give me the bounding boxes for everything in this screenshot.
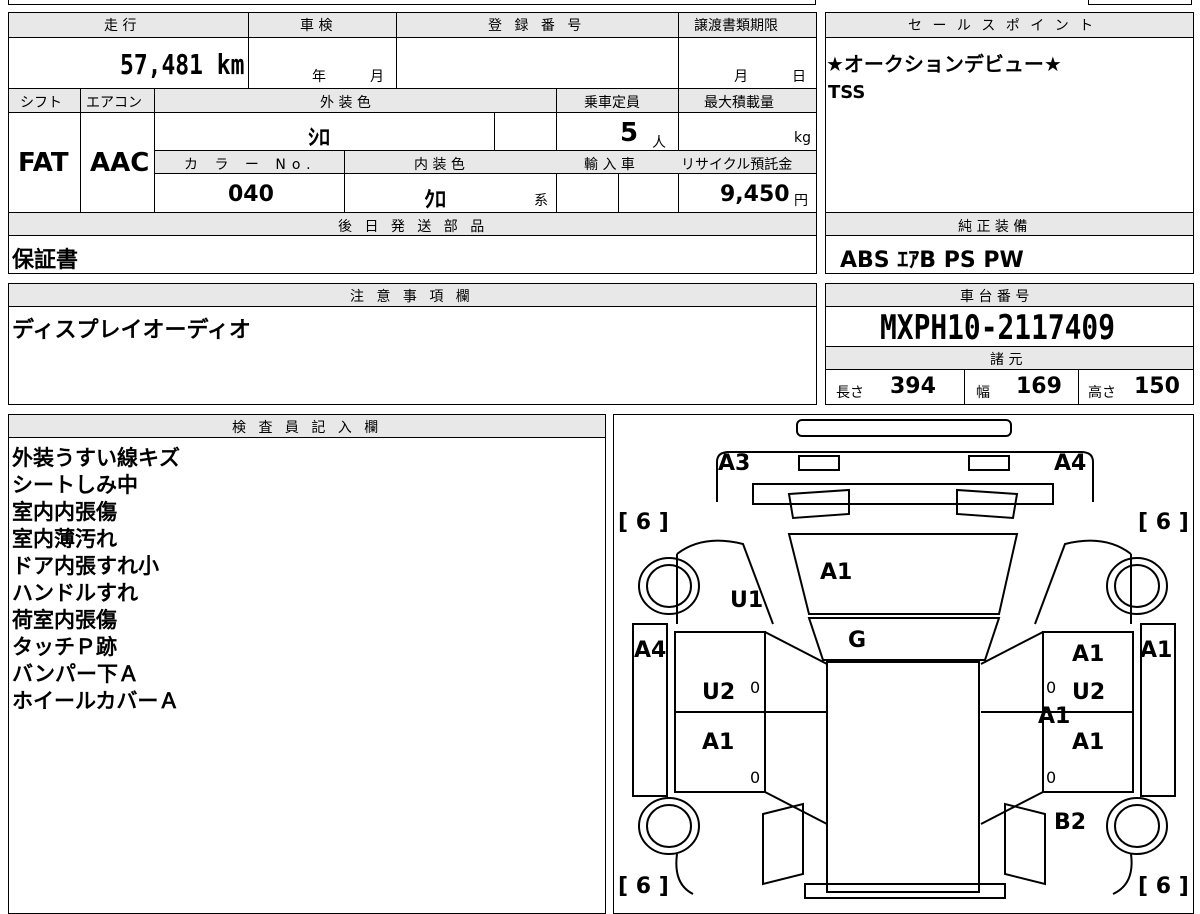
transfer-day-unit: 日 [792,69,806,85]
color-no-label: カ ラ ー No. [184,157,317,173]
aircon-value: AAC [90,148,150,178]
remark-item: バンパー下Ａ [12,662,140,686]
import-label: 輸 入 車 [584,157,635,173]
mileage-label: 走 行 [104,18,137,34]
tire-fl-bracket: [ 6 ] [618,510,669,535]
inspection-month-unit: 月 [370,69,384,85]
tire-fr-bracket: [ 6 ] [1138,510,1189,535]
damage-right-rear: B2 [1054,810,1087,835]
width-label: 幅 [976,385,990,401]
remark-item: 外装うすい線キズ [12,446,180,470]
inspector-label: 検 査 員 記 入 欄 [232,420,383,436]
exterior-color-label: 外 装 色 [320,95,371,111]
car-diagram [632,419,1176,899]
damage-right-rear-door: A1 [1072,730,1105,755]
sales-point-2: TSS [828,82,866,103]
remark-item: 室内内張傷 [12,500,117,524]
interior-color-unit: 系 [534,193,548,209]
height-label: 高さ [1088,385,1116,401]
registration-label: 登 録 番 号 [488,18,586,34]
damage-right-fender: A1 [1140,638,1173,663]
length-label: 長さ [836,385,864,401]
chassis-no-label: 車 台 番 号 [960,289,1030,305]
damage-a3: A3 [718,451,751,476]
length-value: 394 [890,374,936,399]
recycle-unit: 円 [794,193,808,209]
recycle-label: リサイクル預託金 [681,157,793,173]
max-load-label: 最大積載量 [704,95,774,111]
inspection-label: 車 検 [300,18,333,34]
zero-l2: 0 [750,768,761,787]
capacity-unit: 人 [652,135,666,151]
damage-left-fender: A4 [634,638,667,663]
damage-g: G [848,628,867,653]
later-parts-value: 保証書 [12,248,79,273]
damage-left-rear-door: A1 [702,730,735,755]
damage-u1: U1 [730,588,764,613]
damage-left-front-door: U2 [702,680,736,705]
top-cut-strip-right [1088,0,1192,5]
remark-item: シートしみ中 [12,473,138,497]
exterior-color-value: ｼﾛ [308,126,331,151]
height-value: 150 [1134,374,1180,399]
tire-rr-bracket: [ 6 ] [1138,874,1189,899]
remark-item: ハンドルすれ [12,581,138,605]
sales-point-1: ★オークションデビュー★ [826,52,1062,76]
notes-value: ディスプレイオーディオ [12,318,251,343]
chassis-no-value: MXPH10-2117409 [880,308,1115,348]
width-value: 169 [1016,374,1062,399]
damage-right-door-2: U2 [1072,680,1106,705]
notes-label: 注 意 事 項 欄 [350,289,474,305]
transfer-month-unit: 月 [734,69,748,85]
specs-label: 諸 元 [990,352,1023,368]
shift-label: シフト [20,95,62,111]
sales-point-label: セ ー ル ス ポ イ ン ト [908,18,1097,34]
standard-equipment-label: 純 正 装 備 [958,219,1028,235]
mileage-value: 57,481 km [120,48,245,81]
zero-l1: 0 [750,678,761,697]
max-load-unit: kg [794,130,811,146]
later-parts-label: 後 日 発 送 部 品 [338,219,489,235]
aircon-label: エアコン [86,95,142,111]
damage-right-center: A1 [1038,704,1071,729]
tire-rl-bracket: [ 6 ] [618,874,669,899]
recycle-fee-value: 9,450 [720,182,790,207]
remark-item: 荷室内張傷 [12,608,117,632]
interior-color-label: 内 装 色 [414,157,465,173]
remark-item: ホイールカバーＡ [12,689,180,713]
top-cut-strip [8,0,816,5]
capacity-label: 乗車定員 [584,95,640,111]
zero-r1: 0 [1046,678,1057,697]
shift-value: FAT [18,148,69,178]
remark-item: タッチＰ跡 [12,635,117,659]
inspection-year-unit: 年 [312,69,326,85]
transfer-deadline-label: 譲渡書類期限 [694,18,778,34]
damage-a4-top: A4 [1054,451,1087,476]
remark-item: 室内薄汚れ [12,527,117,551]
zero-r2: 0 [1046,768,1057,787]
interior-color-value: ｸﾛ [424,188,447,213]
damage-right-door-1: A1 [1072,642,1105,667]
remark-item: ドア内張すれ小 [12,554,159,578]
damage-hood: A1 [820,560,853,585]
color-no-value: 040 [228,182,274,207]
standard-equipment-value: ABS ｴｱB PS PW [840,248,1024,273]
capacity-value: 5 [620,118,639,148]
